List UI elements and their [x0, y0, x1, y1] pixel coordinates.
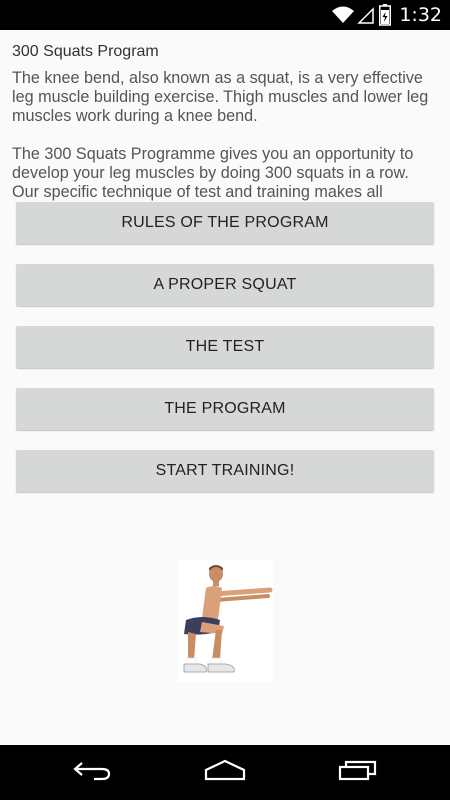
recents-icon: [338, 759, 378, 786]
home-button[interactable]: [175, 745, 275, 800]
description-paragraph-1: The knee bend, also known as a squat, is…: [12, 69, 429, 125]
man-squatting-illustration: [178, 560, 273, 682]
program-button[interactable]: THE PROGRAM: [16, 388, 434, 430]
test-button[interactable]: THE TEST: [16, 326, 434, 368]
status-bar: 1:32: [0, 0, 450, 30]
main-content: 300 Squats Program The knee bend, also k…: [0, 30, 450, 745]
back-icon: [72, 759, 112, 786]
status-icons: 1:32: [331, 0, 450, 30]
home-icon: [203, 759, 247, 786]
recents-button[interactable]: [308, 745, 408, 800]
wifi-icon: [331, 5, 355, 25]
signal-icon: [357, 5, 375, 25]
navigation-bar: [0, 745, 450, 800]
start-training-button[interactable]: START TRAINING!: [16, 450, 434, 492]
proper-squat-button[interactable]: A PROPER SQUAT: [16, 264, 434, 306]
back-button[interactable]: [42, 745, 142, 800]
description-paragraph-2: The 300 Squats Programme gives you an op…: [12, 145, 414, 201]
battery-icon: [379, 4, 392, 26]
rules-button[interactable]: RULES OF THE PROGRAM: [16, 202, 434, 244]
status-time: 1:32: [399, 4, 442, 26]
page-title: 300 Squats Program: [12, 43, 159, 60]
